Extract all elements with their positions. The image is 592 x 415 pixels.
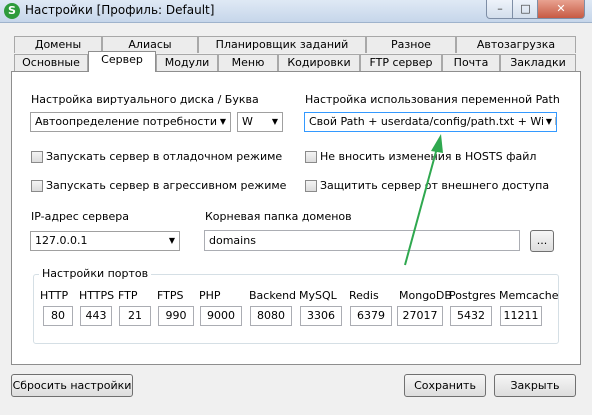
port-label-postgres: Postgres [449,289,496,302]
path-mode-value: Свой Path + userdata/config/path.txt + W… [309,115,557,128]
vdisk-mode-value: Автоопределение потребности [35,115,217,128]
port-label-backend: Backend [249,289,297,302]
port-input-https[interactable]: 443 [80,306,112,326]
port-label-mongodb: MongoDB [399,289,452,302]
chevron-down-icon: ▼ [271,117,278,126]
port-label-php: PHP [199,289,221,302]
ports-group-title: Настройки портов [39,267,152,280]
port-input-redis[interactable]: 6379 [350,306,392,326]
port-label-http: HTTP [40,289,69,302]
port-input-mongodb[interactable]: 27017 [397,306,443,326]
path-label: Настройка использования переменной Path [305,93,560,106]
browse-folder-button[interactable]: ... [530,230,554,252]
port-label-ftps: FTPS [157,289,184,302]
path-mode-select[interactable]: Свой Path + userdata/config/path.txt + W… [304,112,557,132]
port-input-backend[interactable]: 8080 [250,306,292,326]
no-hosts-checkbox[interactable] [305,151,317,163]
debug-mode-label: Запускать сервер в отладочном режиме [46,150,283,163]
vdisk-label: Настройка виртуального диска / Буква [31,93,259,106]
port-input-php[interactable]: 9000 [200,306,242,326]
port-input-mysql[interactable]: 3306 [300,306,342,326]
vdisk-letter-value: W [242,115,253,128]
port-label-redis: Redis [349,289,379,302]
port-label-memcache: Memcache [499,289,559,302]
debug-mode-checkbox[interactable] [31,151,43,163]
port-label-ftp: FTP [118,289,138,302]
vdisk-letter-select[interactable]: W ▼ [237,112,283,132]
protect-external-checkbox[interactable] [305,180,317,192]
chevron-down-icon: ▼ [168,236,175,245]
ip-select[interactable]: 127.0.0.1 ▼ [30,231,180,251]
chevron-down-icon: ▼ [542,113,552,131]
port-input-ftp[interactable]: 21 [119,306,151,326]
port-label-https: HTTPS [79,289,115,302]
port-input-http[interactable]: 80 [43,306,73,326]
port-label-mysql: MySQL [299,289,337,302]
no-hosts-label: Не вносить изменения в HOSTS файл [320,150,537,163]
ip-value: 127.0.0.1 [35,234,88,247]
port-input-postgres[interactable]: 5432 [450,306,492,326]
port-input-ftps[interactable]: 990 [158,306,194,326]
ip-label: IP-адрес сервера [31,210,130,223]
chevron-down-icon: ▼ [219,117,226,126]
port-input-memcache[interactable]: 11211 [500,306,542,326]
protect-external-label: Защитить сервер от внешнего доступа [320,179,550,192]
settings-window: S Настройки [Профиль: Default] – □ ✕ Дом… [0,0,592,415]
root-folder-label: Корневая папка доменов [205,210,352,223]
aggressive-mode-checkbox[interactable] [31,180,43,192]
root-folder-input[interactable]: domains [204,230,520,251]
vdisk-mode-select[interactable]: Автоопределение потребности ▼ [30,112,231,132]
aggressive-mode-label: Запускать сервер в агрессивном режиме [46,179,287,192]
